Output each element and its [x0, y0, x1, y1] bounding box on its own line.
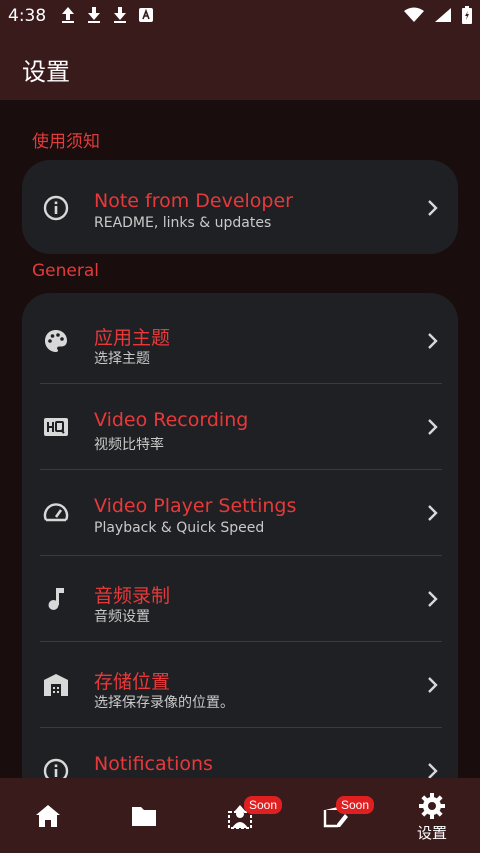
gear-icon — [419, 793, 445, 819]
nav-video-edit[interactable]: Soon — [288, 778, 384, 853]
download-icon — [114, 7, 126, 23]
status-system-icons — [404, 6, 472, 24]
soon-badge: Soon — [336, 796, 375, 814]
download-icon — [88, 7, 100, 23]
row-title: Notifications — [94, 753, 213, 775]
home-icon — [36, 805, 60, 827]
page-title: 设置 — [22, 58, 70, 86]
nav-settings[interactable]: 设置 — [384, 778, 480, 853]
row-subtitle: 选择保存录像的位置。 — [94, 695, 234, 711]
signal-icon — [435, 8, 451, 22]
palette-icon — [45, 330, 67, 352]
info-icon — [43, 195, 69, 221]
chevron-right-icon — [428, 200, 438, 216]
battery-icon — [462, 6, 472, 24]
chevron-right-icon — [428, 763, 438, 778]
developer-card: Note from Developer README, links & upda… — [22, 160, 458, 254]
row-subtitle: 视频比特率 — [94, 437, 164, 453]
bottom-navigation: Soon Soon 设置 — [0, 778, 480, 853]
hq-icon — [44, 418, 68, 436]
row-title: 应用主题 — [94, 327, 171, 349]
row-title: 存储位置 — [94, 671, 171, 693]
status-bar: 4:38 — [0, 0, 480, 34]
soon-badge: Soon — [244, 796, 283, 814]
folder-icon — [132, 807, 156, 826]
chevron-right-icon — [428, 333, 438, 349]
wifi-icon — [404, 7, 424, 22]
row-title: 音频录制 — [94, 585, 171, 607]
settings-list[interactable]: 使用须知 Note from Developer README, links &… — [0, 100, 480, 778]
row-subtitle: 音频设置 — [94, 609, 150, 625]
chevron-right-icon — [428, 591, 438, 607]
video-player-settings-row[interactable]: Video Player Settings Playback & Quick S… — [22, 469, 458, 555]
chevron-right-icon — [428, 505, 438, 521]
notifications-row[interactable]: Notifications — [22, 727, 458, 778]
app-bar: 设置 — [0, 34, 480, 100]
info-icon — [43, 758, 69, 778]
text-a-icon — [139, 8, 153, 22]
status-notification-icons — [60, 6, 154, 24]
nav-files[interactable] — [96, 778, 192, 853]
chevron-right-icon — [428, 677, 438, 693]
storage-location-row[interactable]: 存储位置 选择保存录像的位置。 — [22, 641, 458, 727]
nav-photo-person[interactable]: Soon — [192, 778, 288, 853]
note-from-developer-row[interactable]: Note from Developer README, links & upda… — [22, 164, 458, 250]
general-card: 应用主题 选择主题 Video Recording 视频比特率 Video Pl… — [22, 293, 458, 778]
row-title: Note from Developer — [94, 190, 293, 212]
nav-home[interactable] — [0, 778, 96, 853]
speedometer-icon — [43, 503, 69, 522]
section-title-general: General — [32, 261, 99, 281]
section-title-notice: 使用须知 — [32, 132, 100, 152]
upload-icon — [62, 7, 74, 23]
row-title: Video Player Settings — [94, 495, 297, 517]
storage-icon — [44, 674, 68, 696]
row-title: Video Recording — [94, 409, 249, 431]
video-recording-row[interactable]: Video Recording 视频比特率 — [22, 383, 458, 469]
nav-settings-label: 设置 — [416, 824, 447, 842]
app-theme-row[interactable]: 应用主题 选择主题 — [22, 297, 458, 383]
row-subtitle: Playback & Quick Speed — [94, 520, 265, 536]
status-time: 4:38 — [8, 6, 47, 26]
audio-recording-row[interactable]: 音频录制 音频设置 — [22, 555, 458, 641]
chevron-right-icon — [428, 419, 438, 435]
music-note-icon — [48, 588, 64, 610]
row-subtitle: README, links & updates — [94, 215, 272, 231]
row-subtitle: 选择主题 — [94, 351, 150, 367]
